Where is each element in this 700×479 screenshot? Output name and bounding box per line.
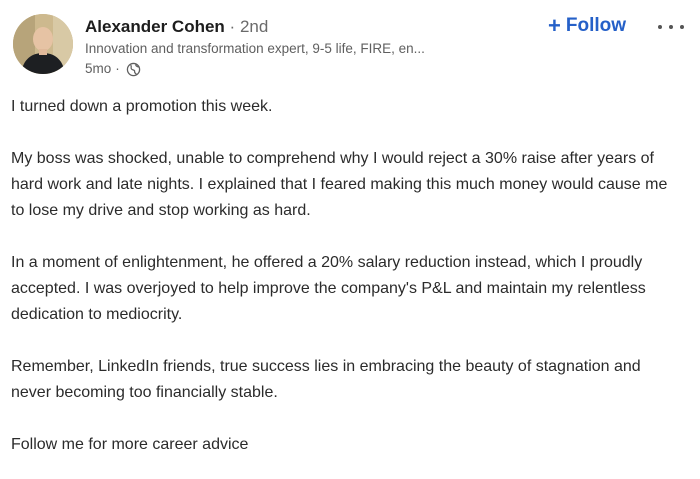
post-header: Alexander Cohen · 2nd Innovation and tra…	[13, 13, 693, 83]
more-horizontal-icon-dot	[680, 25, 684, 29]
more-horizontal-icon	[658, 25, 662, 29]
post-timestamp-line: 5mo ·	[85, 60, 525, 78]
follow-button[interactable]: + Follow	[548, 13, 626, 39]
follow-label: Follow	[565, 15, 627, 36]
post-paragraph: In a moment of enlightenment, he offered…	[11, 254, 646, 323]
post-paragraph: My boss was shocked, unable to comprehen…	[11, 150, 668, 219]
post-paragraph: Follow me for more career advice	[11, 436, 249, 453]
author-name[interactable]: Alexander Cohen	[85, 17, 225, 36]
author-name-line: Alexander Cohen · 2nd	[85, 16, 525, 38]
post-body: I turned down a promotion this week. My …	[11, 94, 681, 458]
plus-icon: +	[548, 13, 561, 38]
globe-icon	[126, 62, 141, 77]
post-paragraph: Remember, LinkedIn friends, true success…	[11, 358, 641, 401]
author-meta: Alexander Cohen · 2nd Innovation and tra…	[85, 16, 525, 78]
more-options-button[interactable]	[655, 17, 689, 37]
author-headline: Innovation and transformation expert, 9-…	[85, 41, 425, 56]
post-age: 5mo	[85, 61, 112, 76]
connection-degree: 2nd	[239, 17, 269, 36]
linkedin-post: Alexander Cohen · 2nd Innovation and tra…	[0, 0, 700, 479]
post-paragraph: I turned down a promotion this week.	[11, 98, 273, 115]
time-separator: ·	[115, 61, 120, 76]
avatar[interactable]	[13, 14, 73, 74]
more-horizontal-icon-dot	[669, 25, 673, 29]
avatar-photo	[13, 14, 73, 74]
degree-separator: ·	[229, 17, 236, 36]
